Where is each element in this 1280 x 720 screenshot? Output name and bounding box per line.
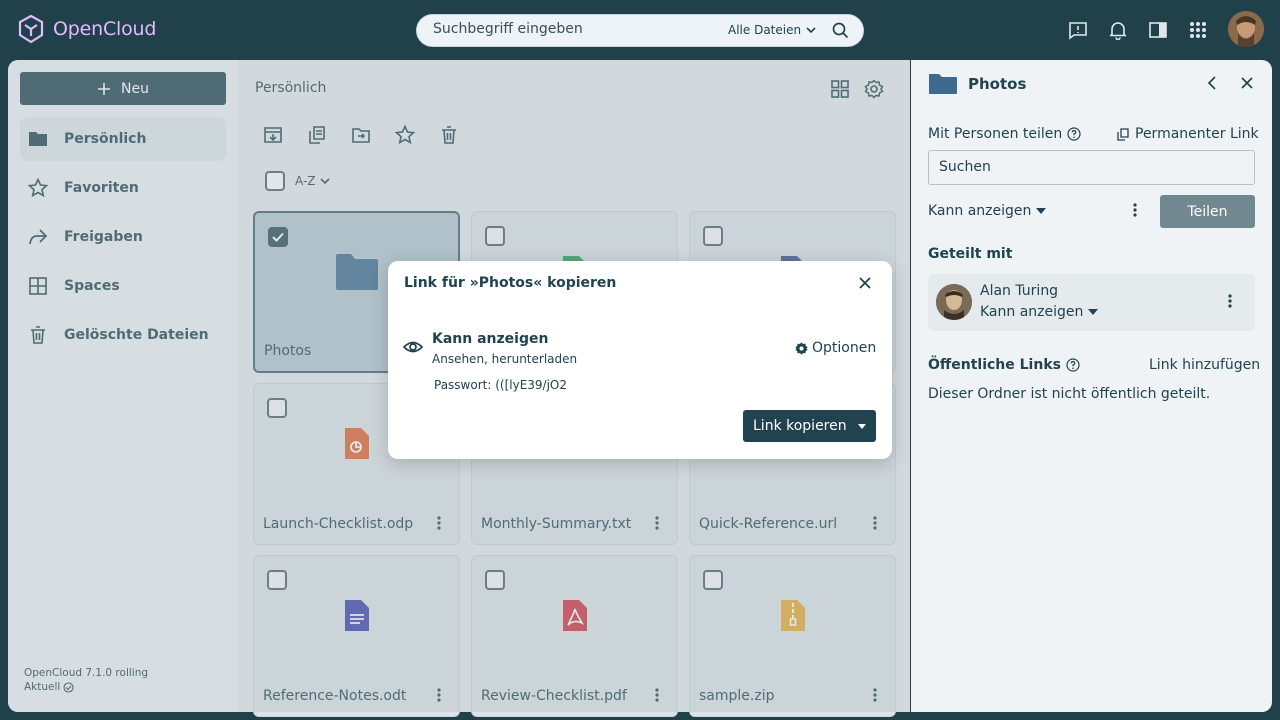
role-select[interactable]: Kann anzeigen — [928, 203, 1047, 219]
copy-link-modal: Link für »Photos« kopieren Kann anzeigen… — [388, 261, 892, 459]
caret-down-icon[interactable] — [848, 410, 876, 442]
share-search-field — [928, 150, 1255, 185]
app-name: OpenCloud — [53, 18, 157, 40]
close-icon[interactable] — [858, 276, 872, 290]
copy-link-button-group: Link kopieren — [743, 410, 876, 442]
search-bar: Alle Dateien — [416, 14, 864, 47]
options-button[interactable]: Optionen — [795, 340, 876, 356]
copy-icon — [1117, 127, 1129, 141]
feedback-icon[interactable] — [1066, 18, 1090, 42]
eye-icon — [403, 339, 423, 355]
shared-user-row: Alan Turing Kann anzeigen — [928, 274, 1255, 331]
modal-title: Link für »Photos« kopieren — [404, 275, 617, 291]
shared-user-role: Kann anzeigen — [980, 304, 1084, 320]
shared-user-role-select[interactable]: Kann anzeigen — [980, 304, 1099, 320]
permanent-link-label: Permanenter Link — [1135, 126, 1259, 142]
copy-link-button[interactable]: Link kopieren — [743, 418, 848, 434]
caret-down-icon — [1036, 208, 1047, 214]
password-text: Passwort: (([lyE39/jO2 — [434, 378, 567, 392]
help-icon[interactable] — [1067, 127, 1081, 141]
search-scope-select[interactable]: Alle Dateien — [728, 23, 816, 37]
link-role-description: Ansehen, herunterladen — [432, 352, 578, 366]
opencloud-logo-icon — [18, 14, 44, 44]
app-switcher-icon[interactable] — [1186, 18, 1210, 42]
bell-icon[interactable] — [1106, 18, 1130, 42]
share-button[interactable]: Teilen — [1160, 195, 1255, 228]
shared-user-name: Alan Turing — [980, 283, 1059, 299]
not-shared-text: Dieser Ordner ist nicht öffentlich getei… — [928, 386, 1211, 402]
share-with-people-label: Mit Personen teilen — [928, 126, 1063, 142]
share-search-input[interactable] — [939, 159, 1239, 175]
more-options-icon[interactable] — [1133, 203, 1137, 217]
search-icon[interactable] — [832, 22, 849, 39]
chevron-left-icon[interactable] — [1207, 76, 1217, 90]
shared-with-heading: Geteilt mit — [928, 246, 1013, 262]
panel-title: Photos — [968, 75, 1027, 93]
sharing-panel: Photos Mit Personen teilen Permanenter L… — [911, 60, 1272, 712]
user-avatar[interactable] — [1228, 11, 1264, 47]
avatar — [936, 284, 972, 320]
public-links-heading: Öffentliche Links — [928, 357, 1061, 373]
caret-down-icon — [1088, 309, 1099, 315]
search-input[interactable] — [433, 21, 713, 37]
folder-icon — [928, 73, 958, 95]
link-role: Kann anzeigen — [432, 331, 549, 347]
help-icon[interactable] — [1066, 358, 1080, 372]
role-select-label: Kann anzeigen — [928, 203, 1032, 219]
more-options-icon[interactable] — [1228, 294, 1232, 308]
permanent-link-button[interactable]: Permanenter Link — [1117, 126, 1259, 142]
close-icon[interactable] — [1240, 76, 1254, 90]
gear-icon — [795, 341, 808, 355]
chevron-down-icon — [806, 27, 816, 33]
search-scope-label: Alle Dateien — [728, 23, 802, 37]
app-logo[interactable]: OpenCloud — [18, 14, 156, 44]
sidebar-toggle-icon[interactable] — [1146, 18, 1170, 42]
top-bar: OpenCloud Alle Dateien — [0, 0, 1280, 60]
add-link-button[interactable]: Link hinzufügen — [1149, 357, 1260, 373]
options-label: Optionen — [812, 340, 877, 356]
